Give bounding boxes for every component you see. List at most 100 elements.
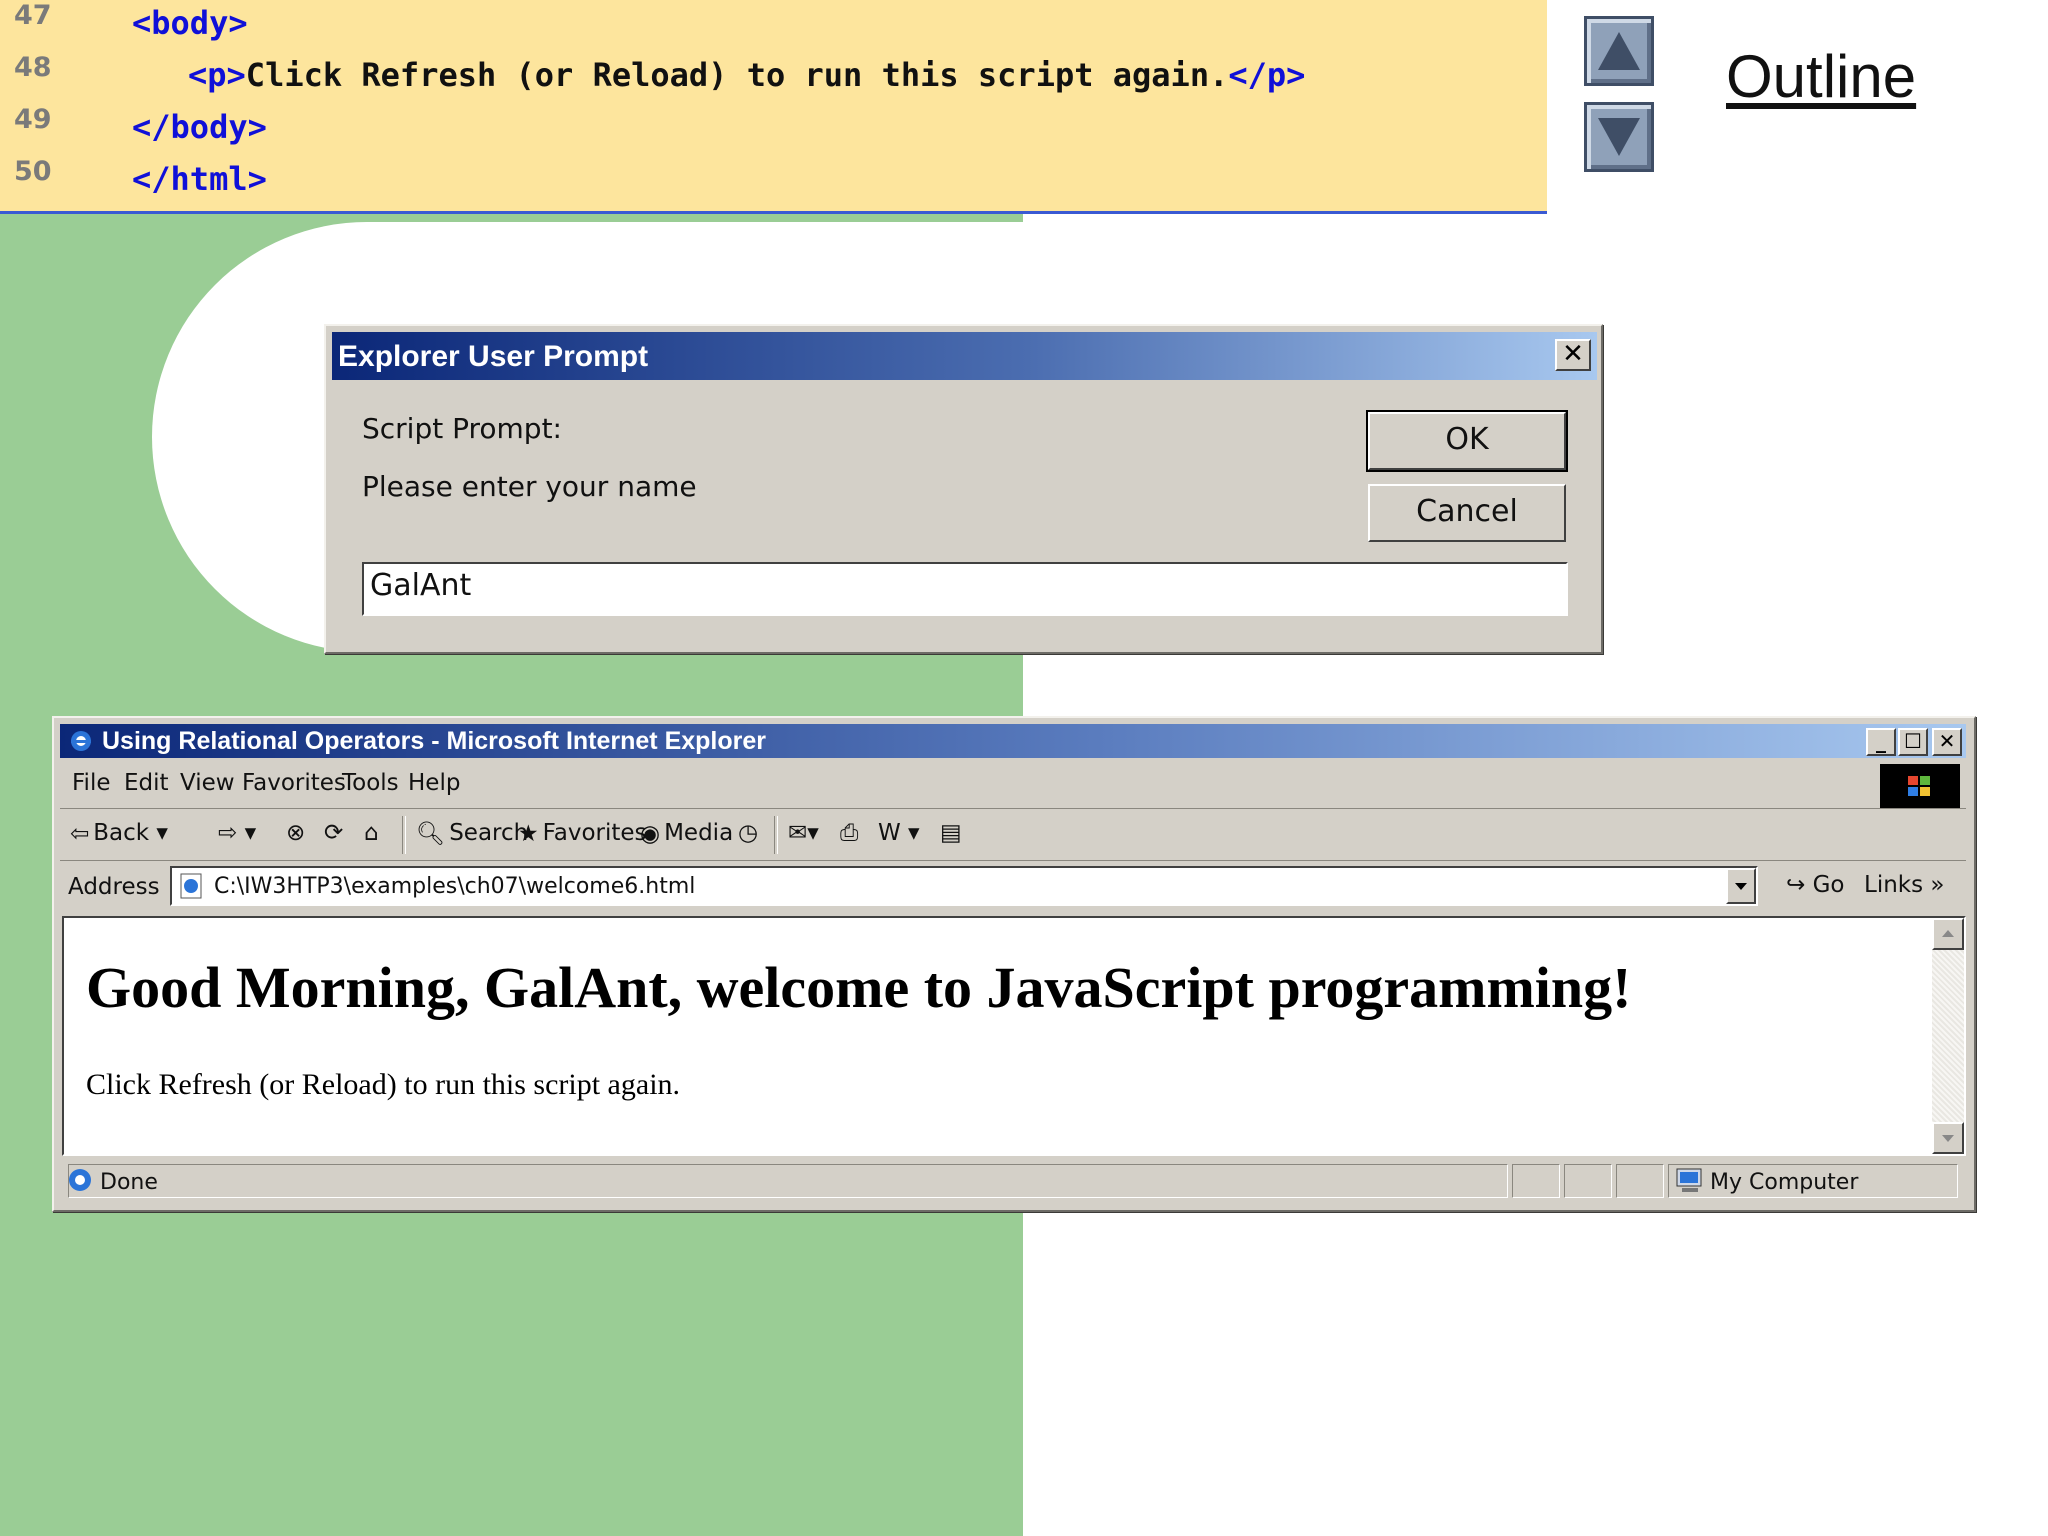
home-icon: ⌂ xyxy=(364,820,379,846)
page-icon xyxy=(180,873,202,899)
code-text: </body> xyxy=(132,108,267,146)
up-arrow-icon xyxy=(1598,32,1640,70)
window-title: Using Relational Operators - Microsoft I… xyxy=(102,727,767,755)
search-icon: 🔍︎ xyxy=(416,821,446,847)
code-listing: 47 <body> 48 <p>Click Refresh (or Reload… xyxy=(0,0,1547,214)
line-number: 49 xyxy=(14,104,52,135)
address-input[interactable]: C:\IW3HTP3\examples\ch07\welcome6.html xyxy=(170,866,1758,906)
menu-file[interactable]: File xyxy=(72,770,111,796)
go-button[interactable]: ↪ Go xyxy=(1786,872,1845,898)
print-icon: ⎙ xyxy=(840,820,859,846)
close-button[interactable]: ✕ xyxy=(1932,728,1962,756)
minimize-button[interactable]: _ xyxy=(1866,728,1896,756)
menu-view[interactable]: View xyxy=(180,770,235,796)
explorer-user-prompt-dialog: Explorer User Prompt ✕ Script Prompt: Pl… xyxy=(324,324,1603,654)
forward-arrow-icon: ⇨ ▾ xyxy=(218,820,257,846)
internet-explorer-window: Using Relational Operators - Microsoft I… xyxy=(52,716,1976,1212)
script-prompt-label: Script Prompt: xyxy=(362,412,562,445)
forward-button[interactable]: ⇨ ▾ xyxy=(218,820,256,846)
toolbar-separator xyxy=(402,816,406,854)
mail-icon: ✉▾ xyxy=(788,820,819,846)
zone-text: My Computer xyxy=(1710,1170,1859,1195)
ie-logo-icon xyxy=(71,731,91,751)
favorites-label: Favorites xyxy=(542,820,647,846)
links-button[interactable]: Links » xyxy=(1864,872,1944,898)
back-arrow-icon: ⇦ xyxy=(70,820,90,847)
favorites-button[interactable]: ★ Favorites xyxy=(518,820,647,847)
stop-icon: ⊗ xyxy=(286,820,306,846)
go-label: Go xyxy=(1812,872,1845,898)
menu-edit[interactable]: Edit xyxy=(124,770,169,796)
code-text: <p>Click Refresh (or Reload) to run this… xyxy=(188,56,1305,94)
discuss-icon: ▤ xyxy=(940,820,962,846)
toolbar-separator xyxy=(774,816,778,854)
back-button[interactable]: ⇦ Back ▾ xyxy=(70,820,168,847)
code-tag: <p> xyxy=(188,56,246,94)
down-arrow-icon xyxy=(1598,118,1640,156)
history-button[interactable]: ◷ xyxy=(738,820,758,846)
status-pane xyxy=(1512,1164,1560,1198)
page-paragraph: Click Refresh (or Reload) to run this sc… xyxy=(86,1068,681,1101)
menu-help[interactable]: Help xyxy=(408,770,460,796)
close-icon: ✕ xyxy=(1562,339,1584,369)
code-content: Click Refresh (or Reload) to run this sc… xyxy=(245,56,1229,94)
vertical-scrollbar[interactable] xyxy=(1932,918,1964,1154)
line-number: 48 xyxy=(14,52,52,83)
refresh-icon: ⟳ xyxy=(324,820,344,846)
dialog-title: Explorer User Prompt xyxy=(338,340,649,373)
ie-title-bar: Using Relational Operators - Microsoft I… xyxy=(60,724,1966,758)
cancel-button[interactable]: Cancel xyxy=(1368,484,1566,542)
search-button[interactable]: 🔍︎ Search xyxy=(416,820,528,847)
media-label: Media xyxy=(664,820,734,846)
close-icon: ✕ xyxy=(1938,729,1956,753)
maximize-button[interactable]: ☐ xyxy=(1898,728,1928,756)
maximize-icon: ☐ xyxy=(1904,729,1922,753)
dialog-close-button[interactable]: ✕ xyxy=(1555,339,1591,371)
address-value: C:\IW3HTP3\examples\ch07\welcome6.html xyxy=(214,874,696,899)
prompt-message: Please enter your name xyxy=(362,470,697,503)
line-number: 50 xyxy=(14,156,52,187)
refresh-button[interactable]: ⟳ xyxy=(324,820,343,846)
menu-tools[interactable]: Tools xyxy=(342,770,399,796)
home-button[interactable]: ⌂ xyxy=(364,820,379,846)
status-pane xyxy=(1564,1164,1612,1198)
favorites-icon: ★ xyxy=(518,820,539,847)
address-dropdown-button[interactable] xyxy=(1726,868,1756,904)
edit-button[interactable]: W ▾ xyxy=(878,820,920,846)
line-number: 47 xyxy=(14,0,52,31)
minimize-icon: _ xyxy=(1876,729,1886,753)
history-icon: ◷ xyxy=(738,820,759,846)
chevron-down-icon xyxy=(1735,883,1747,890)
code-text: <body> xyxy=(132,4,248,42)
code-line: 50 </html> xyxy=(0,156,1547,208)
my-computer-icon xyxy=(1676,1168,1702,1192)
code-line: 49 </body> xyxy=(0,104,1547,156)
scroll-up-button[interactable] xyxy=(1932,918,1964,950)
media-icon: ◉ xyxy=(640,820,661,847)
address-label: Address xyxy=(68,874,160,900)
code-line: 48 <p>Click Refresh (or Reload) to run t… xyxy=(0,52,1547,104)
page-content: Good Morning, GalAnt, welcome to JavaScr… xyxy=(62,916,1966,1156)
media-button[interactable]: ◉ Media xyxy=(640,820,733,847)
next-slide-button[interactable] xyxy=(1584,102,1654,172)
status-pane xyxy=(1616,1164,1664,1198)
name-input[interactable]: GalAnt xyxy=(362,562,1568,616)
mail-button[interactable]: ✉▾ xyxy=(788,820,819,846)
search-label: Search xyxy=(449,820,529,846)
outline-link[interactable]: Outline xyxy=(1726,42,1916,111)
previous-slide-button[interactable] xyxy=(1584,16,1654,86)
scroll-down-button[interactable] xyxy=(1932,1122,1964,1154)
stop-button[interactable]: ⊗ xyxy=(286,820,305,846)
print-button[interactable]: ⎙ xyxy=(840,820,858,846)
code-line: 47 <body> xyxy=(0,0,1547,52)
go-arrow-icon: ↪ xyxy=(1786,872,1813,898)
menu-favorites[interactable]: Favorites xyxy=(242,770,346,796)
windows-logo-icon xyxy=(1880,764,1960,808)
code-text: </html> xyxy=(132,160,267,198)
chevron-right-icon: » xyxy=(1930,872,1945,898)
discuss-button[interactable]: ▤ xyxy=(940,820,962,846)
down-arrow-icon xyxy=(1942,1135,1954,1142)
ok-button[interactable]: OK xyxy=(1366,410,1568,472)
status-bar: Done My Computer xyxy=(60,1162,1966,1202)
address-bar: Address C:\IW3HTP3\examples\ch07\welcome… xyxy=(60,862,1966,912)
